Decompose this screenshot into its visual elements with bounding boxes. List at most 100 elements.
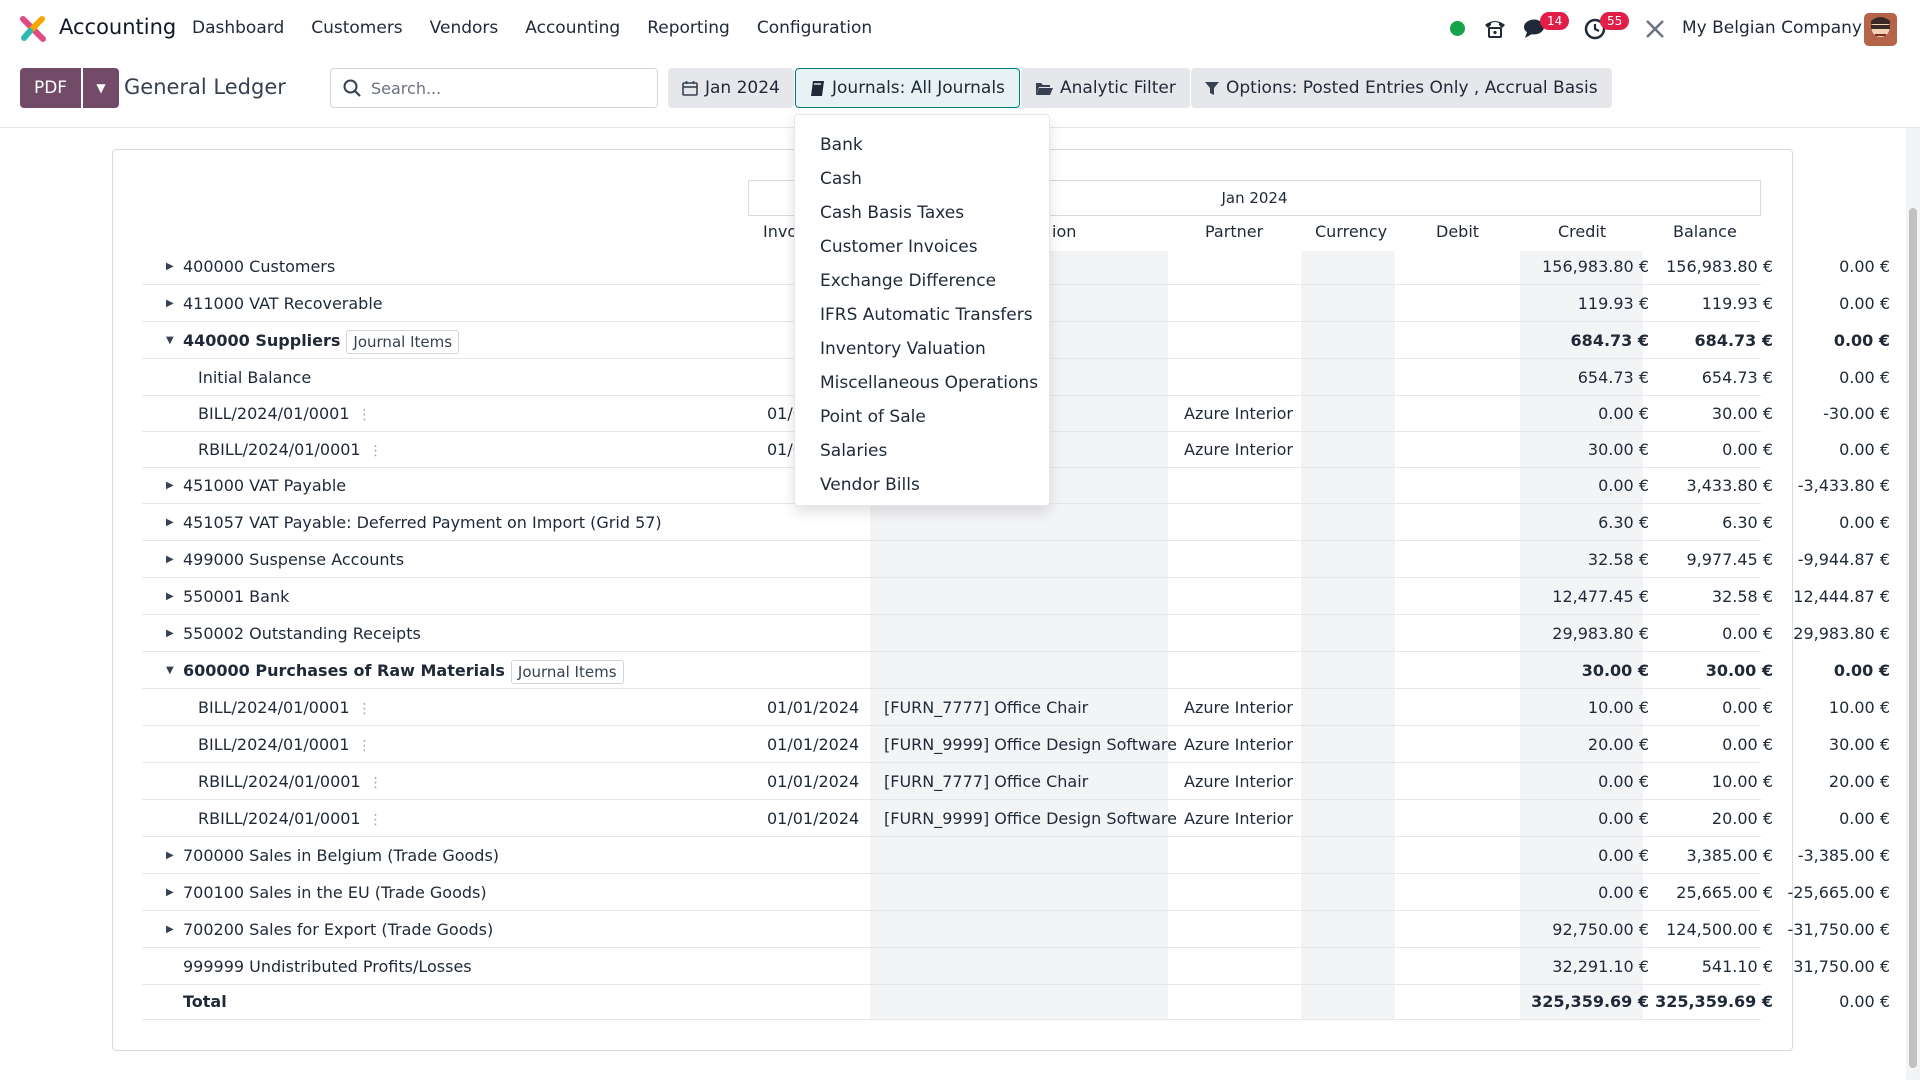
kebab-menu-icon[interactable]: ⋮ bbox=[358, 701, 372, 717]
journal-option-miscellaneous-operations[interactable]: Miscellaneous Operations bbox=[795, 366, 1049, 400]
account-row-expanded[interactable]: ▼ 600000 Purchases of Raw Materials Journ… bbox=[142, 652, 1890, 689]
date-value: 01/01/2024 bbox=[767, 809, 860, 828]
col-credit[interactable]: Credit bbox=[1558, 222, 1606, 241]
col-communication[interactable]: ion bbox=[1052, 222, 1076, 241]
journal-option-ifrs-automatic-transfers[interactable]: IFRS Automatic Transfers bbox=[795, 298, 1049, 332]
move-line-row[interactable]: RBILL/2024/01/0001 ⋮ 01/01/2024 [FURN_777… bbox=[142, 763, 1890, 800]
col-balance[interactable]: Balance bbox=[1673, 222, 1737, 241]
move-line-name[interactable]: BILL/2024/01/0001 ⋮ bbox=[198, 395, 372, 432]
partner-value: Azure Interior bbox=[1184, 809, 1294, 828]
kebab-menu-icon[interactable]: ⋮ bbox=[369, 812, 383, 828]
kebab-menu-icon[interactable]: ⋮ bbox=[369, 443, 383, 459]
date-filter-button[interactable]: Jan 2024 bbox=[668, 68, 794, 108]
move-line-name[interactable]: BILL/2024/01/0001 ⋮ bbox=[198, 726, 372, 763]
caret-down-icon[interactable]: ▼ bbox=[166, 322, 174, 359]
print-options-dropdown-toggle[interactable]: ▼ bbox=[83, 68, 119, 108]
caret-right-icon[interactable]: ▶ bbox=[166, 578, 174, 615]
kebab-menu-icon[interactable]: ⋮ bbox=[358, 738, 372, 754]
pdf-button[interactable]: PDF bbox=[20, 68, 81, 108]
menu-reporting[interactable]: Reporting bbox=[647, 18, 730, 38]
account-row[interactable]: ▶ 550001 Bank 12,477.45 € 32.58 € 12,444… bbox=[142, 578, 1890, 615]
journal-option-customer-invoices[interactable]: Customer Invoices bbox=[795, 230, 1049, 264]
accounting-app-icon[interactable] bbox=[20, 16, 46, 42]
vertical-scrollbar[interactable] bbox=[1906, 128, 1920, 1080]
menu-accounting[interactable]: Accounting bbox=[525, 18, 620, 38]
partner-value: Azure Interior bbox=[1184, 772, 1294, 791]
options-filter-button[interactable]: Options: Posted Entries Only , Accrual B… bbox=[1191, 68, 1612, 108]
search-box[interactable] bbox=[330, 68, 658, 108]
account-row[interactable]: ▶ 700000 Sales in Belgium (Trade Goods) … bbox=[142, 837, 1890, 874]
journal-option-salaries[interactable]: Salaries bbox=[795, 434, 1049, 468]
user-avatar[interactable] bbox=[1864, 13, 1897, 46]
move-ref: BILL/2024/01/0001 bbox=[198, 698, 350, 717]
journal-option-exchange-difference[interactable]: Exchange Difference bbox=[795, 264, 1049, 298]
menu-vendors[interactable]: Vendors bbox=[430, 18, 499, 38]
caret-right-icon[interactable]: ▶ bbox=[166, 248, 174, 285]
kebab-menu-icon[interactable]: ⋮ bbox=[358, 407, 372, 423]
folder-open-icon bbox=[1036, 82, 1053, 95]
move-line-row[interactable]: BILL/2024/01/0001 ⋮ 01/01/2024 [FURN_7777… bbox=[142, 689, 1890, 726]
menu-dashboard[interactable]: Dashboard bbox=[192, 18, 284, 38]
balance-value: 31,750.00 € bbox=[1793, 957, 1890, 976]
account-row[interactable]: ▶ 700200 Sales for Export (Trade Goods) … bbox=[142, 911, 1890, 948]
search-input[interactable] bbox=[371, 78, 651, 98]
caret-down-icon[interactable]: ▼ bbox=[166, 652, 174, 689]
phone-icon[interactable] bbox=[1483, 17, 1507, 39]
move-ref: RBILL/2024/01/0001 bbox=[198, 440, 361, 459]
balance-value: 0.00 € bbox=[1839, 257, 1890, 276]
partner-value: Azure Interior bbox=[1184, 735, 1294, 754]
account-name: 451000 VAT Payable bbox=[183, 476, 347, 495]
col-currency[interactable]: Currency bbox=[1315, 222, 1387, 241]
balance-value: 12,444.87 € bbox=[1793, 587, 1890, 606]
account-row[interactable]: ▶ 451057 VAT Payable: Deferred Payment o… bbox=[142, 504, 1890, 541]
account-row[interactable]: ▶ 499000 Suspense Accounts 32.58 € 9,977… bbox=[142, 541, 1890, 578]
analytic-filter-label: Analytic Filter bbox=[1060, 78, 1176, 98]
move-line-name[interactable]: RBILL/2024/01/0001 ⋮ bbox=[198, 763, 383, 800]
menu-configuration[interactable]: Configuration bbox=[757, 18, 872, 38]
caret-down-icon: ▼ bbox=[96, 81, 106, 95]
date-value: 01/01/2024 bbox=[767, 735, 860, 754]
app-name[interactable]: Accounting bbox=[59, 15, 176, 39]
journal-option-vendor-bills[interactable]: Vendor Bills bbox=[795, 468, 1049, 502]
caret-right-icon[interactable]: ▶ bbox=[166, 504, 174, 541]
move-ref: RBILL/2024/01/0001 bbox=[198, 772, 361, 791]
move-line-name[interactable]: RBILL/2024/01/0001 ⋮ bbox=[198, 800, 383, 837]
caret-right-icon[interactable]: ▶ bbox=[166, 615, 174, 652]
col-partner[interactable]: Partner bbox=[1205, 222, 1263, 241]
tools-icon[interactable] bbox=[1644, 18, 1666, 40]
journal-items-button[interactable]: Journal Items bbox=[510, 659, 624, 684]
book-icon bbox=[811, 80, 824, 96]
move-line-name[interactable]: RBILL/2024/01/0001 ⋮ bbox=[198, 431, 383, 468]
account-row[interactable]: ▶ 700100 Sales in the EU (Trade Goods) 0… bbox=[142, 874, 1890, 911]
journal-option-inventory-valuation[interactable]: Inventory Valuation bbox=[795, 332, 1049, 366]
journal-option-point-of-sale[interactable]: Point of Sale bbox=[795, 400, 1049, 434]
scrollbar-thumb[interactable] bbox=[1909, 208, 1917, 1068]
journal-items-button[interactable]: Journal Items bbox=[346, 329, 460, 354]
journal-option-cash-basis-taxes[interactable]: Cash Basis Taxes bbox=[795, 196, 1049, 230]
caret-right-icon[interactable]: ▶ bbox=[166, 541, 174, 578]
company-switcher[interactable]: My Belgian Company bbox=[1682, 18, 1862, 38]
partner-value: Azure Interior bbox=[1184, 404, 1294, 423]
analytic-filter-button[interactable]: Analytic Filter bbox=[1021, 68, 1190, 108]
caret-right-icon[interactable]: ▶ bbox=[166, 874, 174, 911]
kebab-menu-icon[interactable]: ⋮ bbox=[369, 775, 383, 791]
move-line-row[interactable]: RBILL/2024/01/0001 ⋮ 01/01/2024 [FURN_999… bbox=[142, 800, 1890, 837]
caret-right-icon[interactable]: ▶ bbox=[166, 911, 174, 948]
account-row: 999999 Undistributed Profits/Losses 32,2… bbox=[142, 948, 1890, 985]
account-row[interactable]: ▶ 550002 Outstanding Receipts 29,983.80 … bbox=[142, 615, 1890, 652]
account-name: 400000 Customers bbox=[183, 257, 336, 276]
caret-right-icon[interactable]: ▶ bbox=[166, 285, 174, 322]
move-line-name[interactable]: BILL/2024/01/0001 ⋮ bbox=[198, 689, 372, 726]
search-icon bbox=[343, 79, 361, 97]
menu-customers[interactable]: Customers bbox=[311, 18, 402, 38]
journal-option-bank[interactable]: Bank bbox=[795, 128, 1049, 162]
journals-filter-button[interactable]: Journals: All Journals bbox=[795, 68, 1020, 108]
journal-option-cash[interactable]: Cash bbox=[795, 162, 1049, 196]
col-invoice-date[interactable]: Invo bbox=[763, 222, 797, 241]
date-value: 01/01/2024 bbox=[767, 698, 860, 717]
caret-right-icon[interactable]: ▶ bbox=[166, 467, 174, 504]
col-debit[interactable]: Debit bbox=[1436, 222, 1479, 241]
move-line-row[interactable]: BILL/2024/01/0001 ⋮ 01/01/2024 [FURN_9999… bbox=[142, 726, 1890, 763]
caret-right-icon[interactable]: ▶ bbox=[166, 837, 174, 874]
move-ref: RBILL/2024/01/0001 bbox=[198, 809, 361, 828]
